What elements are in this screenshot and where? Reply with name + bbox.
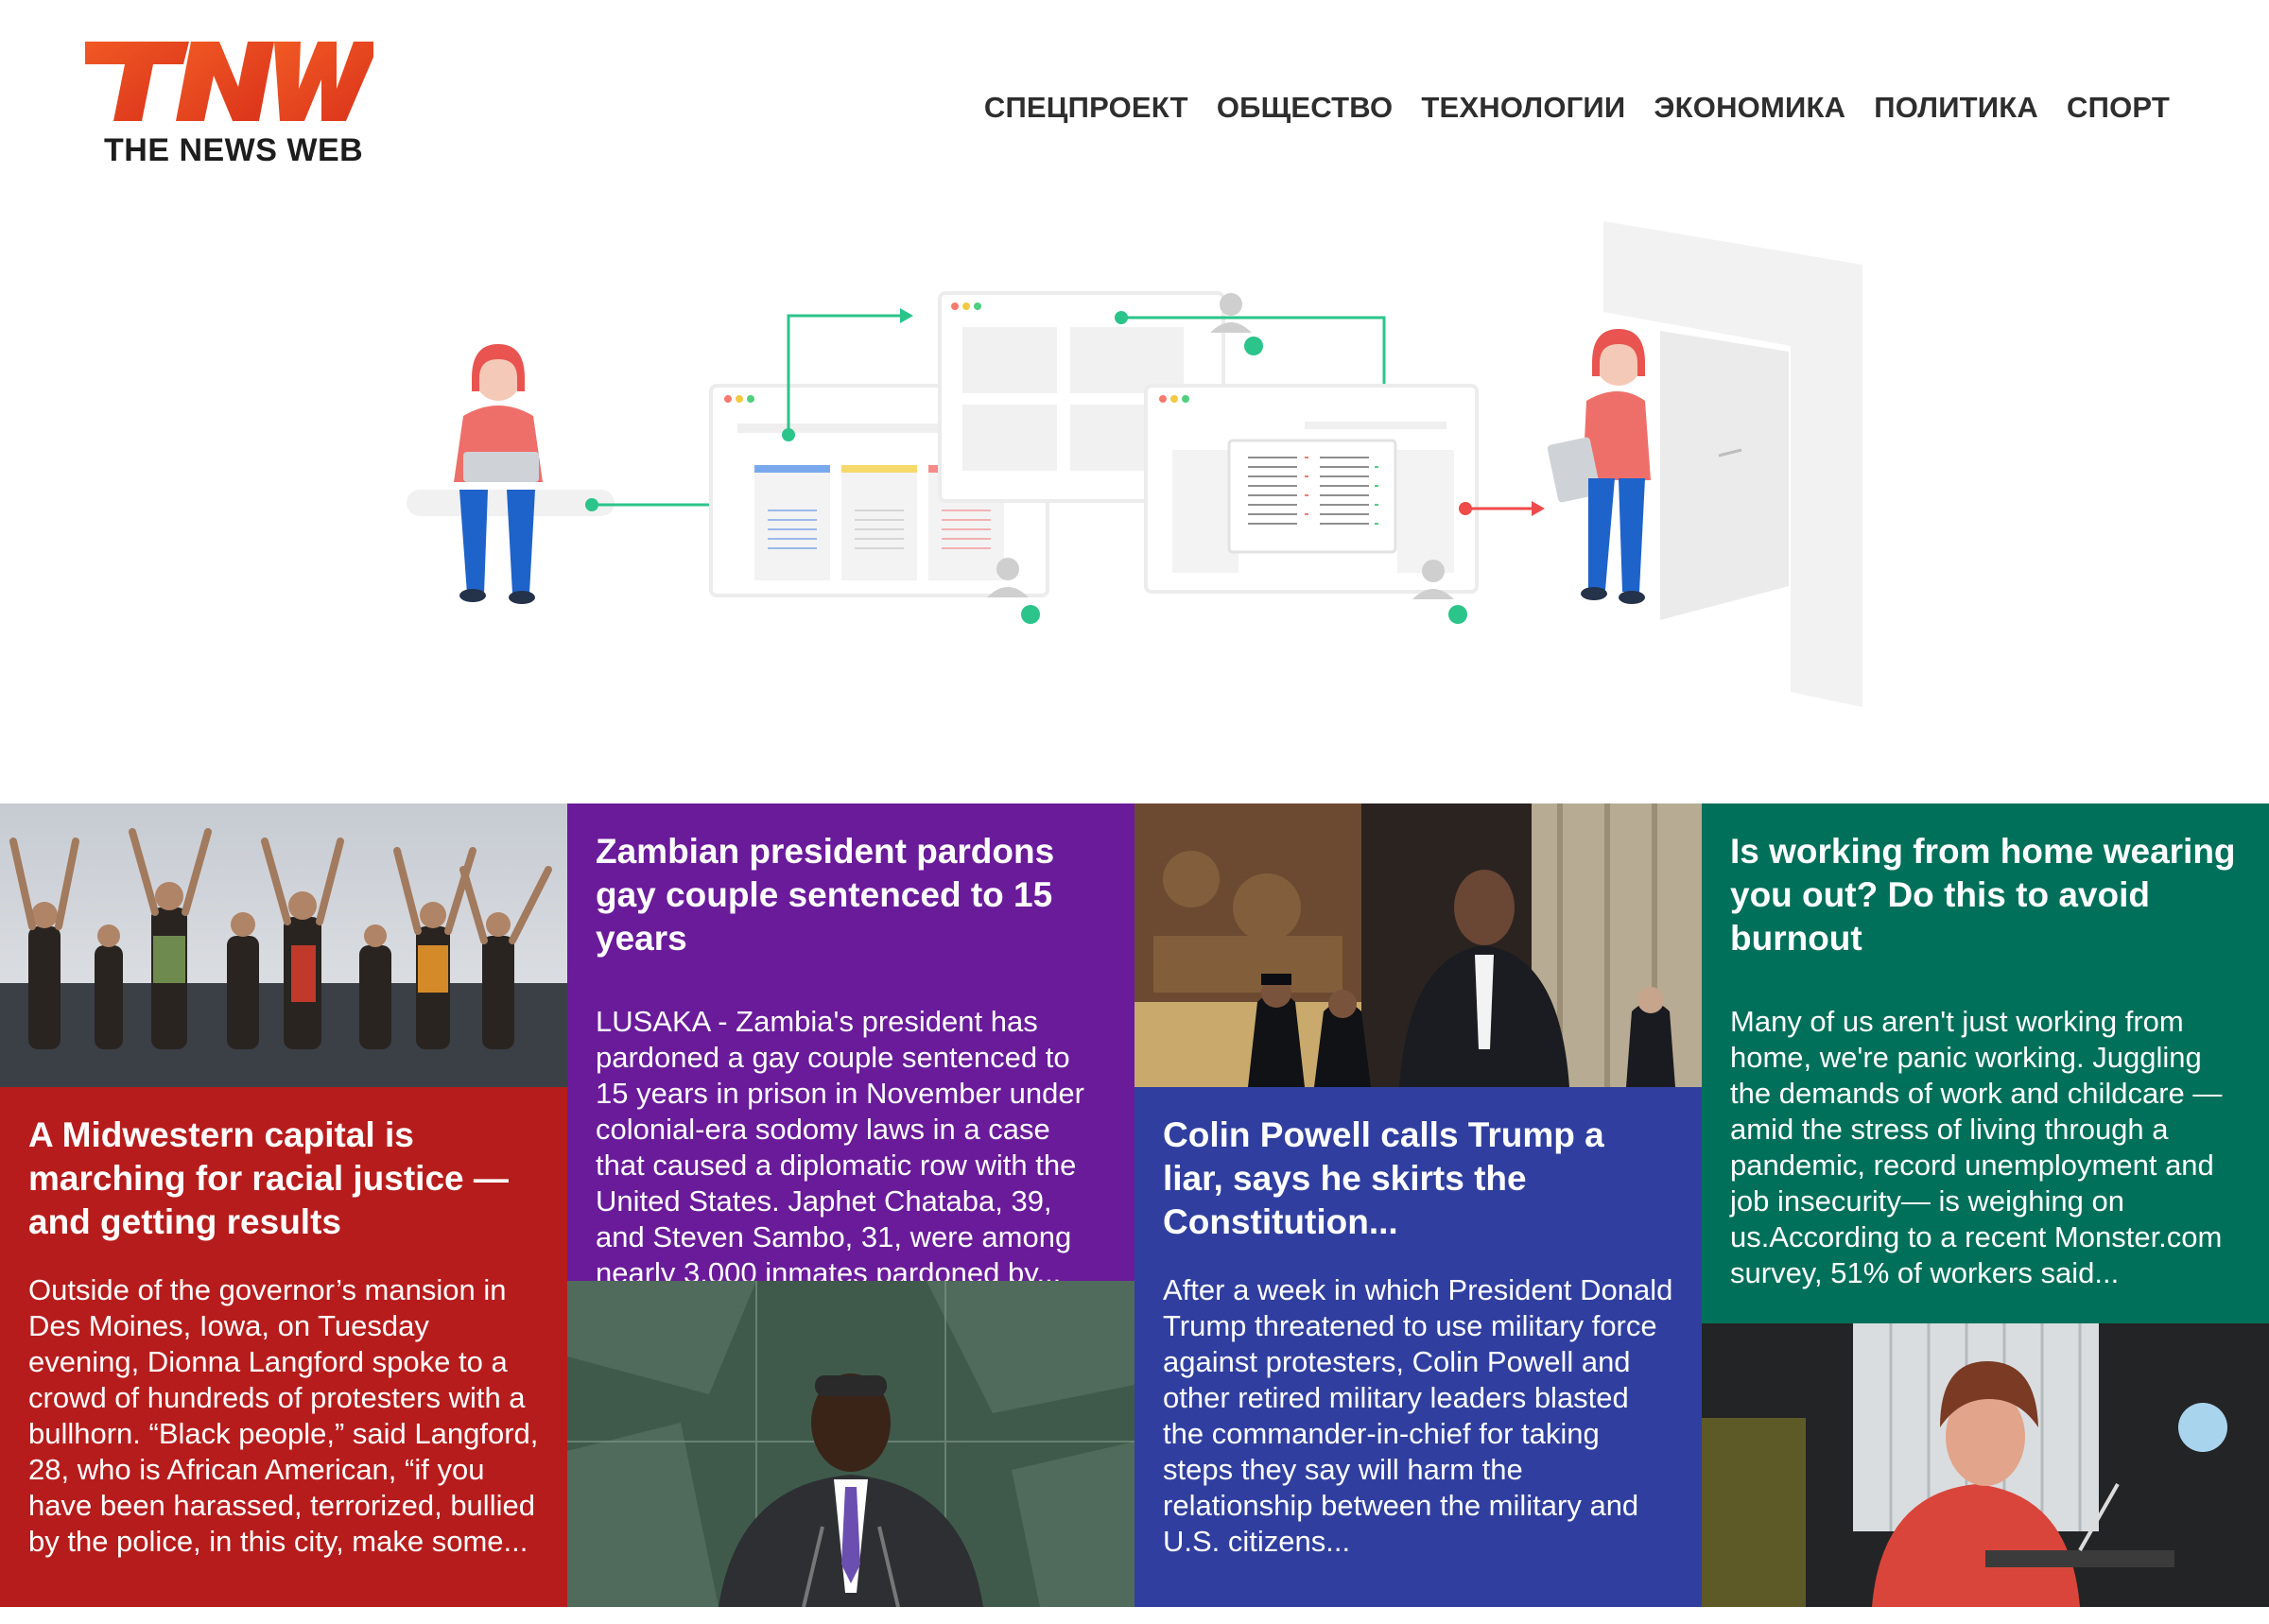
protest-photo-icon — [0, 803, 567, 1087]
article-image-protest[interactable] — [0, 803, 567, 1087]
logo-tagline: THE NEWS WEB — [104, 132, 364, 168]
nav-item-sport[interactable]: СПОРТ — [2052, 85, 2184, 130]
article-text-box: Zambian president pardons gay couple sen… — [567, 803, 1134, 1289]
article-text-box: Colin Powell calls Trump a liar, says he… — [1134, 1087, 1702, 1607]
article-grid: A Midwestern capital is marching for rac… — [0, 803, 2269, 1607]
president-speech-photo-icon — [567, 1281, 1134, 1607]
nav-item-society[interactable]: ОБЩЕСТВО — [1203, 85, 1408, 130]
article-image-president[interactable] — [567, 1281, 1134, 1607]
main-nav: СПЕЦПРОЕКТ ОБЩЕСТВО ТЕХНОЛОГИИ ЭКОНОМИКА… — [970, 85, 2184, 130]
nav-item-technology[interactable]: ТЕХНОЛОГИИ — [1407, 85, 1639, 130]
article-image-capitol[interactable] — [1134, 803, 1702, 1087]
article-headline[interactable]: Colin Powell calls Trump a liar, says he… — [1163, 1114, 1673, 1244]
hero-illustration — [0, 189, 2269, 803]
article-excerpt: Many of us aren't just working from home… — [1730, 1005, 2223, 1289]
article-card[interactable]: A Midwestern capital is marching for rac… — [0, 803, 567, 1607]
article-excerpt: After a week in which President Donald T… — [1163, 1273, 1673, 1558]
woman-at-laptop-photo-icon — [1702, 1323, 2269, 1607]
workflow-illustration — [407, 221, 1862, 707]
article-card[interactable]: Is working from home wearing you out? Do… — [1702, 803, 2269, 1607]
article-text-box: Is working from home wearing you out? Do… — [1702, 803, 2269, 1323]
article-excerpt: Outside of the governor’s mansion in Des… — [28, 1273, 539, 1558]
site-header: THE NEWS WEB СПЕЦПРОЕКТ ОБЩЕСТВО ТЕХНОЛО… — [0, 0, 2269, 189]
person-left-icon — [454, 344, 543, 604]
nav-item-politics[interactable]: ПОЛИТИКА — [1860, 85, 2052, 130]
site-logo[interactable]: THE NEWS WEB — [85, 34, 373, 176]
article-headline[interactable]: Is working from home wearing you out? Do… — [1730, 830, 2241, 960]
article-excerpt: LUSAKA - Zambia's president has pardoned… — [596, 1005, 1084, 1289]
nav-item-special-project[interactable]: СПЕЦПРОЕКТ — [970, 85, 1203, 130]
person-right-icon — [1547, 329, 1651, 604]
capitol-photo-icon — [1134, 803, 1702, 1087]
nav-item-economy[interactable]: ЭКОНОМИКА — [1639, 85, 1860, 130]
article-headline[interactable]: Zambian president pardons gay couple sen… — [596, 830, 1106, 960]
article-card[interactable]: Zambian president pardons gay couple sen… — [567, 803, 1134, 1607]
browser-window-3 — [1144, 384, 1479, 594]
article-text-box: A Midwestern capital is marching for rac… — [0, 1087, 567, 1607]
logo-mark-icon — [85, 42, 373, 121]
article-card[interactable]: Colin Powell calls Trump a liar, says he… — [1134, 803, 1702, 1607]
article-image-work-from-home[interactable] — [1702, 1323, 2269, 1607]
article-headline[interactable]: A Midwestern capital is marching for rac… — [28, 1114, 539, 1244]
